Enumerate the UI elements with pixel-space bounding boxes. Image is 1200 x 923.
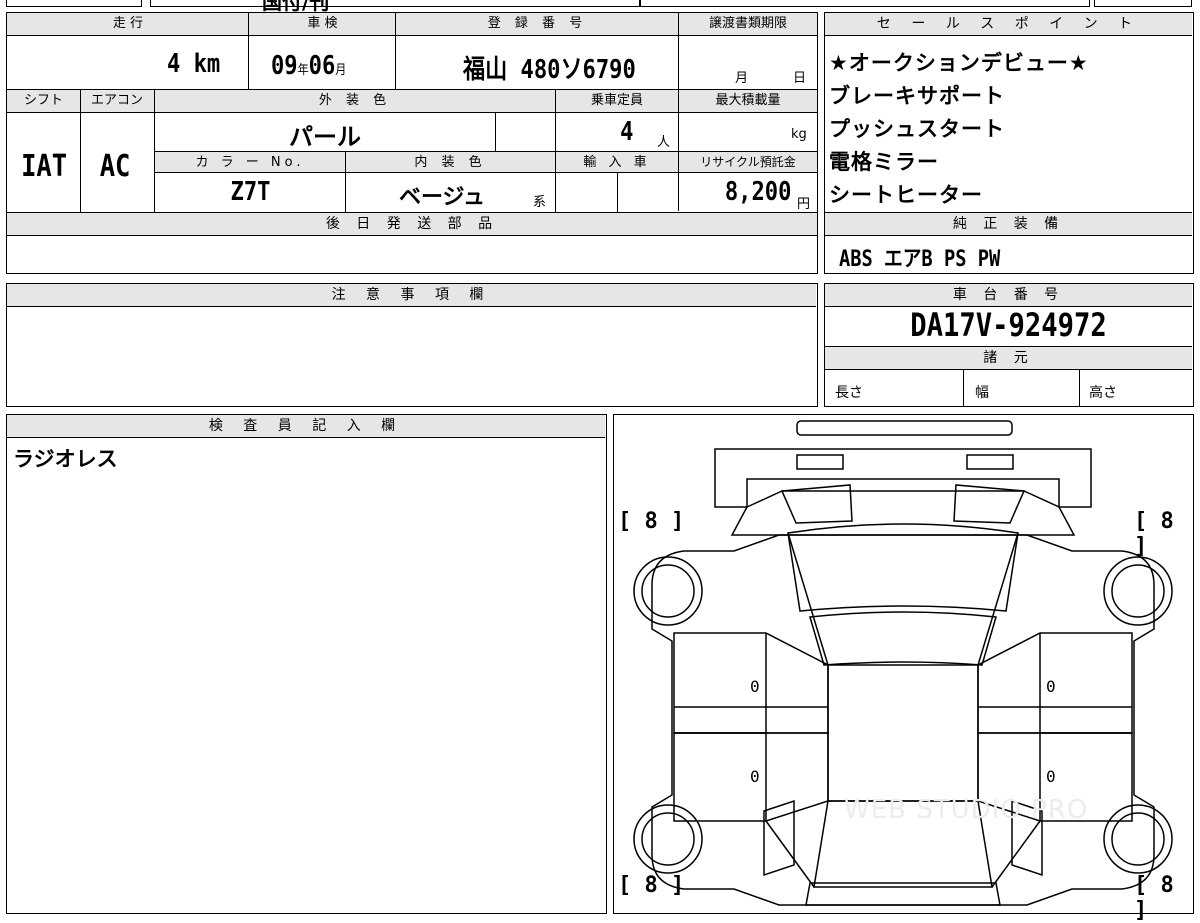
standard-equipment-label: 純 正 装 備 — [825, 213, 1192, 236]
basic-info-table: 走 行 車 検 登 録 番 号 譲渡書類期限 4 km 09年06月 福山 48… — [6, 12, 818, 274]
reg-label: 登 録 番 号 — [396, 13, 679, 36]
color-no-label: カ ラ ー No. — [155, 152, 345, 173]
inspector-label: 検 査 員 記 入 欄 — [7, 415, 605, 438]
dimensions-label: 諸 元 — [825, 347, 1192, 370]
interior-suffix: 系 — [533, 195, 547, 210]
sales-points-box: セ ー ル ス ポ イ ン ト ★オークションデビュー★ ブレーキサポート プッ… — [824, 12, 1194, 274]
color-no-value: Z7T — [230, 177, 271, 207]
tire-score-front-right: [ 8 ] — [1134, 509, 1174, 559]
shift-label: シフト — [7, 90, 80, 113]
chassis-number: DA17V-924972 — [910, 306, 1107, 344]
width-label: 幅 — [975, 385, 989, 401]
sales-point-item: ★オークションデビュー★ — [829, 51, 1089, 75]
sales-points-label: セ ー ル ス ポ イ ン ト — [825, 13, 1192, 36]
exterior-value: パール — [289, 123, 361, 151]
mileage-value: 4 km — [167, 49, 221, 79]
transfer-month-unit: 月 — [735, 71, 749, 86]
transfer-label: 譲渡書類期限 — [679, 13, 817, 36]
tire-score-rear-right: [ 8 ] — [1134, 873, 1174, 923]
mileage-label: 走 行 — [7, 13, 249, 36]
sales-point-item: 電格ミラー — [829, 150, 939, 174]
transfer-day-unit: 日 — [793, 71, 807, 86]
capacity-label: 乗車定員 — [556, 90, 678, 113]
recycle-label: リサイクル預託金 — [679, 152, 817, 173]
capacity-unit: 人 — [657, 135, 671, 150]
panel-value: 0 — [750, 677, 760, 696]
panel-value: 0 — [1046, 677, 1056, 696]
import-label: 輸 入 車 — [556, 152, 678, 173]
interior-value: ベージュ — [399, 185, 486, 210]
tire-score-front-left: [ 8 ] — [618, 509, 685, 534]
notes-label: 注 意 事 項 欄 — [7, 284, 816, 307]
inspector-text: ラジオレス — [13, 447, 118, 471]
watermark: WEB STUDIO PRO — [844, 795, 1089, 825]
car-diagram-box: [ 8 ] [ 8 ] [ 8 ] [ 8 ] 0 0 0 0 WEB STUD… — [613, 414, 1194, 923]
standard-equipment-value: ABS エアB PS PW — [839, 247, 1001, 272]
exterior-label: 外 装 色 — [154, 90, 556, 113]
load-label: 最大積載量 — [679, 90, 817, 113]
recycle-value: 8,200 — [724, 177, 792, 207]
sales-point-item: プッシュスタート — [829, 117, 1005, 141]
registration-number: 福山 480ソ6790 — [463, 55, 636, 85]
tire-score-rear-left: [ 8 ] — [618, 873, 685, 898]
chassis-box: 車 台 番 号 DA17V-924972 諸 元 長さ 幅 高さ — [824, 283, 1194, 407]
load-unit: kg — [791, 127, 807, 142]
sales-point-item: シートヒーター — [829, 183, 983, 207]
chassis-label: 車 台 番 号 — [825, 284, 1192, 307]
car-diagram — [633, 420, 1173, 906]
recycle-unit: 円 — [797, 197, 811, 212]
shift-value: IAT — [21, 149, 68, 184]
ac-label: エアコン — [80, 90, 154, 113]
top-clipped-row: 国付/刊 — [0, 0, 1200, 14]
shaken-value: 09年06月 — [271, 51, 347, 81]
inspector-box: 検 査 員 記 入 欄 ラジオレス — [6, 414, 607, 914]
panel-value: 0 — [1046, 767, 1056, 786]
ac-value: AC — [99, 149, 131, 184]
panel-value: 0 — [750, 767, 760, 786]
later-parts-label: 後 日 発 送 部 品 — [7, 213, 817, 236]
shaken-label: 車 検 — [249, 13, 396, 36]
sales-point-item: ブレーキサポート — [829, 84, 1005, 108]
capacity-value: 4 — [620, 117, 634, 147]
height-label: 高さ — [1089, 385, 1117, 401]
interior-label: 内 装 色 — [346, 152, 555, 173]
notes-box: 注 意 事 項 欄 — [6, 283, 818, 407]
length-label: 長さ — [835, 385, 863, 401]
